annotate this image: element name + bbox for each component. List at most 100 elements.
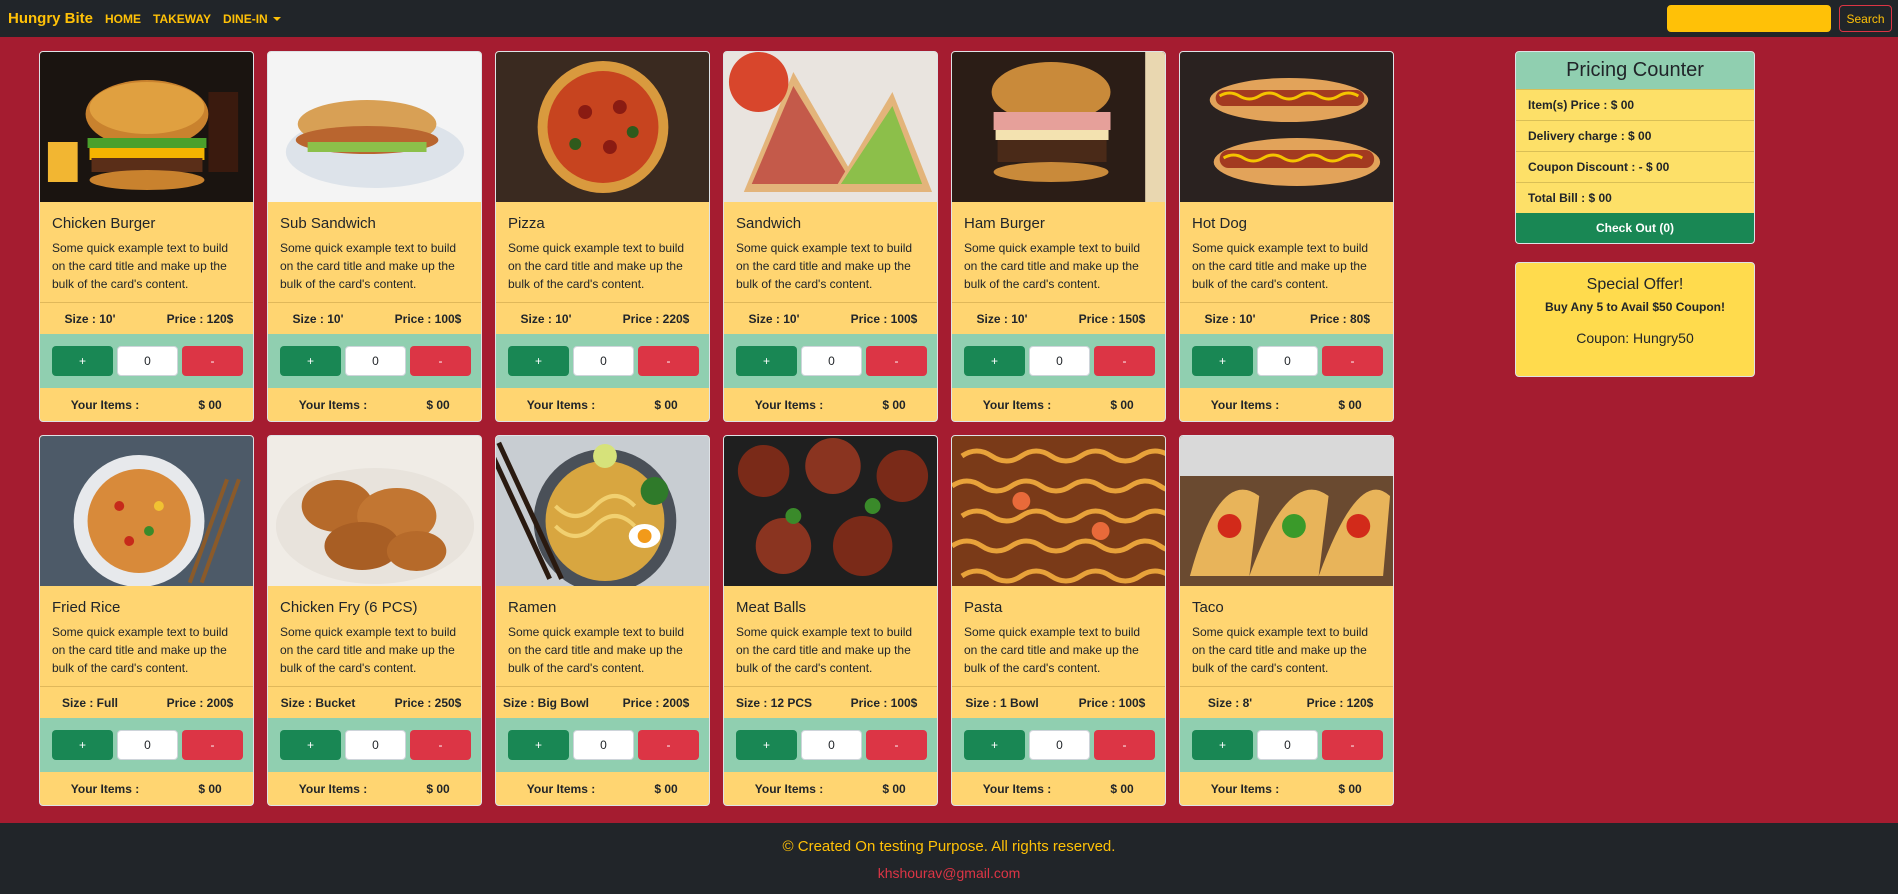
card-size: Size : 10' (292, 311, 344, 326)
nav-takeway[interactable]: TAKEWAY (153, 12, 211, 26)
decrease-button[interactable]: - (1094, 346, 1155, 376)
your-items-row: Your Items : $ 00 (496, 772, 709, 805)
checkout-button[interactable]: Check Out (0) (1516, 213, 1754, 243)
sandwich-image (724, 52, 937, 202)
quantity-row: + 0 - (40, 334, 253, 388)
card-description: Some quick example text to build on the … (736, 241, 913, 291)
card-price: Price : 100$ (850, 311, 918, 326)
increase-button[interactable]: + (964, 346, 1025, 376)
quantity-input[interactable]: 0 (345, 346, 406, 376)
card-size: Size : 10' (520, 311, 572, 326)
increase-button[interactable]: + (964, 730, 1025, 760)
card-title: Meat Balls (736, 599, 807, 616)
your-items-row: Your Items : $ 00 (268, 388, 481, 421)
card-price: Price : 220$ (622, 311, 690, 326)
decrease-button[interactable]: - (1094, 730, 1155, 760)
increase-button[interactable]: + (736, 346, 797, 376)
total-bill-row: Total Bill : $ 00 (1516, 182, 1754, 213)
increase-button[interactable]: + (280, 730, 341, 760)
decrease-button[interactable]: - (1322, 346, 1383, 376)
your-items-row: Your Items : $ 00 (496, 388, 709, 421)
increase-button[interactable]: + (52, 730, 113, 760)
chicken-fry-image (268, 436, 481, 586)
decrease-button[interactable]: - (182, 730, 243, 760)
quantity-input[interactable]: 0 (1257, 730, 1318, 760)
quantity-input[interactable]: 0 (573, 346, 634, 376)
meat-balls-image (724, 436, 937, 586)
your-items-value: $ 00 (1338, 782, 1362, 796)
size-price-row: Size : Big Bowl Price : 200$ (496, 686, 709, 718)
card-description: Some quick example text to build on the … (280, 625, 457, 675)
card-description: Some quick example text to build on the … (52, 625, 229, 675)
your-items-value: $ 00 (1110, 398, 1134, 412)
decrease-button[interactable]: - (866, 730, 927, 760)
card-description: Some quick example text to build on the … (964, 241, 1141, 291)
decrease-button[interactable]: - (638, 730, 699, 760)
navbar: Hungry Bite HOME TAKEWAY DINE-IN Search (0, 0, 1898, 37)
footer: © Created On testing Purpose. All rights… (0, 823, 1898, 894)
quantity-row: + 0 - (496, 718, 709, 772)
footer-email[interactable]: khshourav@gmail.com (0, 865, 1898, 881)
card-size: Size : 8' (1207, 695, 1253, 710)
quantity-row: + 0 - (268, 334, 481, 388)
increase-button[interactable]: + (1192, 730, 1253, 760)
nav-home[interactable]: HOME (105, 12, 141, 26)
quantity-input[interactable]: 0 (117, 730, 178, 760)
decrease-button[interactable]: - (866, 346, 927, 376)
brand-logo[interactable]: Hungry Bite (8, 10, 93, 27)
your-items-label: Your Items : (982, 398, 1052, 412)
search-button[interactable]: Search (1839, 5, 1892, 32)
quantity-row: + 0 - (496, 334, 709, 388)
coupon-discount-row: Coupon Discount : - $ 00 (1516, 151, 1754, 182)
increase-button[interactable]: + (52, 346, 113, 376)
nav-dine-in[interactable]: DINE-IN (223, 12, 281, 26)
your-items-label: Your Items : (1210, 782, 1280, 796)
quantity-row: + 0 - (268, 718, 481, 772)
food-card: Chicken Burger Some quick example text t… (39, 51, 254, 422)
hot-dog-image (1180, 52, 1393, 202)
quantity-input[interactable]: 0 (1029, 346, 1090, 376)
quantity-input[interactable]: 0 (345, 730, 406, 760)
food-card: Pasta Some quick example text to build o… (951, 435, 1166, 806)
your-items-row: Your Items : $ 00 (1180, 772, 1393, 805)
decrease-button[interactable]: - (1322, 730, 1383, 760)
card-price: Price : 250$ (394, 695, 462, 710)
card-description: Some quick example text to build on the … (52, 241, 229, 291)
increase-button[interactable]: + (508, 730, 569, 760)
sub-sandwich-image (268, 52, 481, 202)
search-input[interactable] (1667, 5, 1831, 32)
your-items-label: Your Items : (754, 398, 824, 412)
item-price-row: Item(s) Price : $ 00 (1516, 89, 1754, 120)
quantity-input[interactable]: 0 (801, 730, 862, 760)
quantity-input[interactable]: 0 (1029, 730, 1090, 760)
card-size: Size : 12 PCS (735, 695, 813, 710)
quantity-input[interactable]: 0 (1257, 346, 1318, 376)
your-items-label: Your Items : (754, 782, 824, 796)
food-card: Chicken Fry (6 PCS) Some quick example t… (267, 435, 482, 806)
chevron-down-icon (272, 17, 281, 22)
card-price: Price : 200$ (166, 695, 234, 710)
size-price-row: Size : 1 Bowl Price : 100$ (952, 686, 1165, 718)
increase-button[interactable]: + (736, 730, 797, 760)
increase-button[interactable]: + (1192, 346, 1253, 376)
card-size: Size : Big Bowl (502, 695, 589, 710)
increase-button[interactable]: + (280, 346, 341, 376)
your-items-value: $ 00 (1110, 782, 1134, 796)
food-card: Sub Sandwich Some quick example text to … (267, 51, 482, 422)
quantity-input[interactable]: 0 (573, 730, 634, 760)
decrease-button[interactable]: - (410, 730, 471, 760)
decrease-button[interactable]: - (638, 346, 699, 376)
food-card: Hot Dog Some quick example text to build… (1179, 51, 1394, 422)
special-offer-card: Special Offer! Buy Any 5 to Avail $50 Co… (1515, 262, 1755, 377)
your-items-label: Your Items : (70, 782, 140, 796)
quantity-input[interactable]: 0 (801, 346, 862, 376)
card-size: Size : Bucket (280, 695, 356, 710)
size-price-row: Size : 10' Price : 220$ (496, 302, 709, 334)
quantity-row: + 0 - (40, 718, 253, 772)
increase-button[interactable]: + (508, 346, 569, 376)
decrease-button[interactable]: - (182, 346, 243, 376)
food-card: Pizza Some quick example text to build o… (495, 51, 710, 422)
quantity-input[interactable]: 0 (117, 346, 178, 376)
decrease-button[interactable]: - (410, 346, 471, 376)
card-price: Price : 100$ (394, 311, 462, 326)
